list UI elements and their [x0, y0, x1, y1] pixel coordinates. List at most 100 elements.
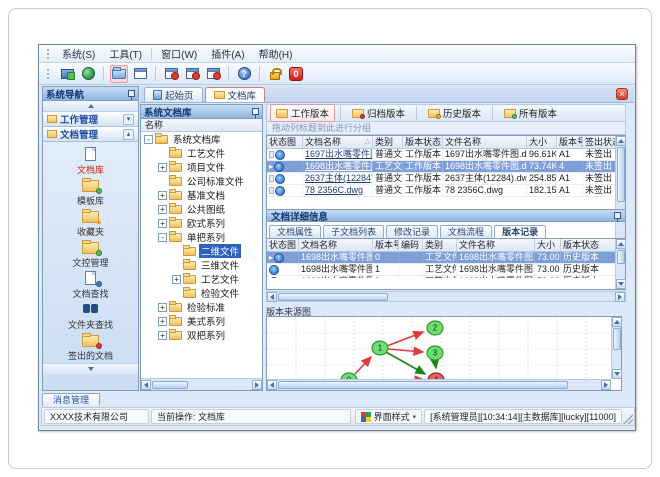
tree-item[interactable]: + 检验标准 [141, 300, 262, 314]
pin-icon[interactable] [614, 212, 621, 222]
pin-icon[interactable] [128, 90, 135, 100]
sidebar-item-checked-out-docs[interactable]: 签出的文档 [43, 332, 138, 363]
tree-column-header[interactable]: 名称 [141, 119, 262, 132]
graph-vertical-scrollbar[interactable] [611, 317, 622, 379]
tab-subdoc-list[interactable]: 子文档列表 [323, 225, 385, 238]
col-size[interactable]: 大小 [527, 136, 557, 148]
scroll-down-icon[interactable] [611, 369, 622, 379]
working-version-button[interactable]: 工作版本 [270, 104, 336, 122]
tab-modify-records[interactable]: 修改记录 [386, 225, 439, 238]
grid-row[interactable]: ↑ 2637主体(12284).dwg 普通文档 工作版本 2637主体(122… [267, 173, 625, 185]
scroll-up-icon[interactable] [611, 317, 622, 327]
scroll-right-icon[interactable] [252, 379, 262, 390]
scrollbar-thumb[interactable] [616, 147, 625, 202]
power-icon[interactable]: 0 [287, 65, 305, 83]
resize-grip[interactable] [623, 414, 633, 424]
scroll-left-icon[interactable] [141, 379, 151, 390]
tree-expander[interactable]: + [158, 190, 167, 200]
tree-item[interactable]: 工艺文件 [141, 146, 262, 160]
scroll-up-icon[interactable] [615, 136, 626, 146]
tree-item[interactable]: 检验文件 [141, 286, 262, 300]
tab-start-page[interactable]: 起始页 [144, 87, 203, 102]
sidebar-item-folder-search[interactable]: 文件夹查找 [43, 301, 138, 332]
menu-plugins[interactable]: 插件(A) [204, 44, 251, 63]
graph-horizontal-scrollbar[interactable] [267, 379, 611, 390]
tree-item[interactable]: + 项目文件 [141, 160, 262, 174]
scroll-right-icon[interactable] [615, 291, 625, 302]
close-icon[interactable]: × [616, 88, 628, 100]
sidebar-item-template-library[interactable]: 模板库 [43, 177, 138, 208]
tab-doc-flow[interactable]: 文档流程 [440, 225, 493, 238]
scroll-up-icon[interactable] [615, 239, 626, 249]
tree-expander[interactable]: - [144, 134, 153, 144]
scrollbar-thumb[interactable] [152, 380, 188, 389]
detail-grid-vertical-scrollbar[interactable] [615, 239, 626, 289]
window-new-icon[interactable] [162, 65, 180, 83]
col-status[interactable]: 状态图 [267, 239, 299, 251]
tree-item[interactable]: 三维文件 [141, 258, 262, 272]
history-version-button[interactable]: 历史版本 [422, 104, 487, 122]
drag-grip-icon[interactable] [47, 68, 50, 79]
col-checkout[interactable]: 签出状态 [583, 136, 617, 148]
scrollbar-thumb[interactable] [616, 250, 625, 264]
sidebar-item-favorites[interactable]: ★ 收藏夹 [43, 208, 138, 239]
all-versions-button[interactable]: 所有版本 [498, 104, 563, 122]
col-code[interactable]: 编码 [399, 239, 423, 251]
scroll-left-icon[interactable] [267, 380, 277, 390]
tree-expander[interactable]: + [172, 274, 181, 284]
sidebar-item-doc-control[interactable]: 文控管理 [43, 239, 138, 270]
col-category[interactable]: 类别 [423, 239, 457, 251]
tree-expander[interactable]: + [158, 316, 167, 326]
sidebar-scroll-up[interactable] [43, 101, 138, 112]
menu-help[interactable]: 帮助(H) [252, 44, 300, 63]
menu-window[interactable]: 窗口(W) [154, 44, 204, 63]
menu-system[interactable]: 系统(S) [55, 44, 102, 63]
drag-grip-icon[interactable] [47, 48, 50, 59]
sidebar-item-doc-search[interactable]: 文档查找 [43, 270, 138, 301]
tree-item[interactable]: + 双把系列 [141, 328, 262, 342]
sidebar-scroll-down[interactable] [43, 363, 138, 374]
pin-icon[interactable] [252, 108, 259, 118]
message-management-tab[interactable]: 消息管理 [42, 393, 100, 406]
col-status[interactable]: 状态图 [267, 136, 303, 148]
grid-row[interactable]: ↑ 78 2356C.dwg 普通文档 工作版本 78 2356C.dwg 18… [267, 185, 625, 197]
col-version[interactable]: 版本号 [557, 136, 583, 148]
interface-style-selector[interactable]: 界面样式 ▾ [354, 409, 423, 424]
tree-item[interactable]: + 工艺文件 [141, 272, 262, 286]
grid-row-selected[interactable]: ▸↑ 1698出水嘴零件图.dwg 0 工艺文件 1698出水嘴零件图.dwg … [267, 252, 625, 264]
workspace-icon[interactable] [58, 65, 76, 83]
tab-version-records[interactable]: 版本记录 [494, 225, 547, 238]
lock-icon[interactable] [266, 65, 284, 83]
document-library-toolbar-icon[interactable] [110, 64, 128, 83]
col-size[interactable]: 大小 [535, 239, 561, 251]
tab-document-library[interactable]: 文档库 [204, 87, 266, 102]
scrollbar-thumb[interactable] [278, 292, 388, 301]
sidebar-item-document-library[interactable]: 文档库 [43, 146, 138, 177]
tree-item[interactable]: - 系统文档库 [141, 132, 262, 146]
scrollbar-thumb[interactable] [278, 381, 568, 389]
tree-item[interactable]: + 欧式系列 [141, 216, 262, 230]
scroll-down-icon[interactable] [615, 279, 626, 289]
menu-tools[interactable]: 工具(T) [102, 44, 149, 63]
window-refresh-icon[interactable] [204, 65, 222, 83]
tree-expander[interactable]: - [158, 232, 167, 242]
tree-item[interactable]: + 美式系列 [141, 314, 262, 328]
window-layout-icon[interactable] [131, 65, 149, 83]
col-file-name[interactable]: 文件名称 [457, 239, 535, 251]
tree-item[interactable]: + 公共图纸 [141, 202, 262, 216]
help-icon[interactable]: ? [235, 65, 253, 83]
grid-row[interactable]: ↑ 1698出水嘴零件图.dwg 2 工艺文件 1698出水嘴零件图.dwg 7… [267, 276, 625, 278]
scrollbar-thumb[interactable] [612, 328, 621, 350]
grid-row[interactable]: ↑ 1697出水嘴零件图.dwg 普通文档 工作版本 1697出水嘴零件图.dw… [267, 149, 625, 161]
scroll-left-icon[interactable] [267, 291, 277, 302]
tree-item[interactable]: - 单把系列 [141, 230, 262, 244]
version-graph-canvas[interactable]: 0 1 2 3 4 [266, 316, 622, 391]
tab-doc-properties[interactable]: 文档属性 [269, 225, 322, 238]
tree-item[interactable]: + 基准文档 [141, 188, 262, 202]
col-doc-name[interactable]: 文档名称 △ [303, 136, 373, 148]
grid-row[interactable]: ↑ 1698出水嘴零件图.dwg 1 工艺文件 1698出水嘴零件图.dwg 7… [267, 264, 625, 276]
tree-expander[interactable]: + [158, 302, 167, 312]
col-version[interactable]: 版本号 [373, 239, 399, 251]
globe-icon[interactable] [79, 65, 97, 83]
col-doc-name[interactable]: 文档名称 [299, 239, 373, 251]
